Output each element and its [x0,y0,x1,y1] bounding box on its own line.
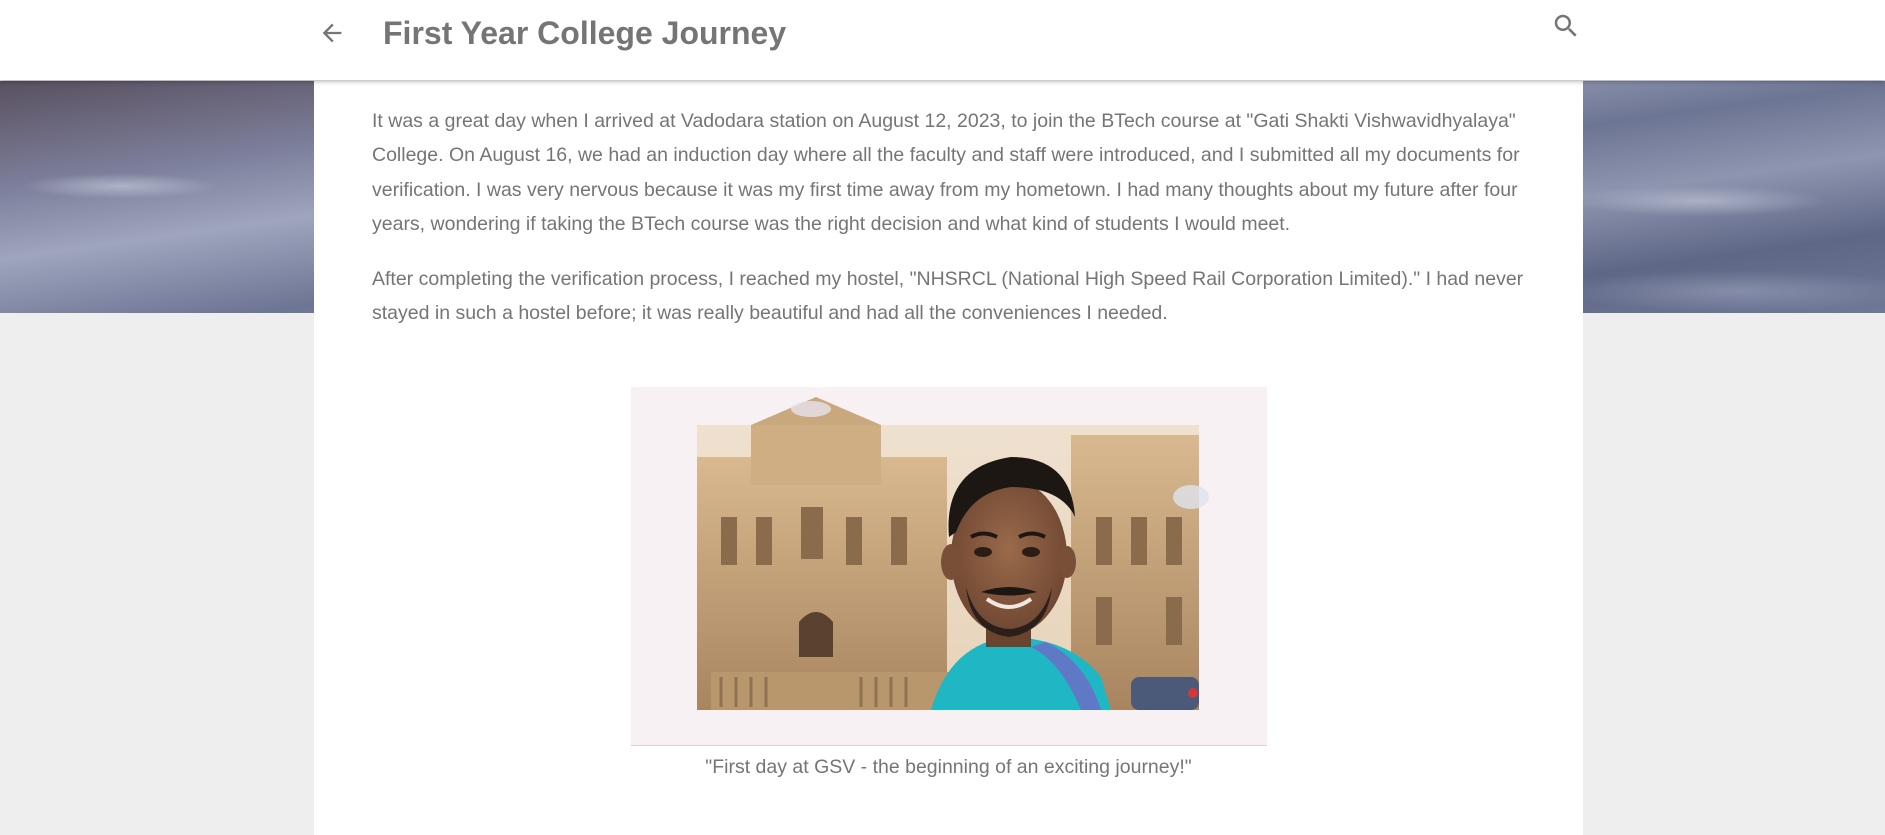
post-paragraph-2: After completing the verification proces… [372,268,1524,325]
post-card: It was a great day when I arrived at Vad… [314,80,1583,835]
back-button[interactable] [313,14,351,52]
search-button[interactable] [1548,8,1584,44]
post-body: It was a great day when I arrived at Vad… [372,104,1532,352]
image-caption: "First day at GSV - the beginning of an … [705,756,1192,778]
arrow-left-icon [322,23,342,43]
photo-illustration [697,397,1209,710]
post-photo[interactable] [631,387,1267,746]
top-app-bar: First Year College Journey [0,0,1885,80]
search-icon [1554,14,1577,37]
page-title: First Year College Journey [383,15,787,51]
post-paragraph-1: It was a great day when I arrived at Vad… [372,110,1520,235]
